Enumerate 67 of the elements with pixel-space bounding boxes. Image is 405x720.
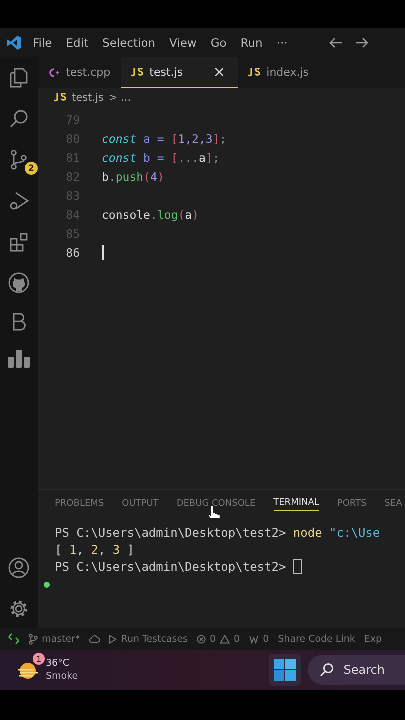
editor-tab[interactable]: index.js	[238, 57, 320, 88]
panel-tab[interactable]: OUTPUT	[122, 499, 159, 509]
panel-tab[interactable]: SEA	[384, 499, 402, 509]
error-icon	[197, 634, 206, 644]
code-line: b.push(4)	[102, 170, 164, 184]
temperature: 36°C	[46, 657, 70, 670]
vscode-logo-icon	[6, 34, 22, 50]
forward-arrow-icon[interactable]	[355, 36, 369, 48]
notification-badge: 2	[25, 162, 38, 175]
extensions-icon[interactable]	[8, 231, 30, 253]
search-icon[interactable]	[8, 108, 30, 130]
back-arrow-icon[interactable]	[329, 36, 343, 48]
start-button[interactable]	[268, 654, 301, 686]
code-line: const a = [1,2,3];	[102, 132, 227, 146]
js-file-icon	[248, 68, 261, 77]
js-file-icon	[130, 68, 144, 76]
weather-icon[interactable]	[16, 660, 40, 680]
account-icon[interactable]	[8, 557, 30, 579]
menu-item[interactable]: Edit	[66, 36, 89, 50]
menu-item[interactable]: File	[33, 36, 52, 50]
status-item[interactable]: Exp	[364, 634, 382, 644]
run-testcases-button[interactable]: Run Testcases	[109, 634, 188, 644]
terminal-line: [ 1, 2, 3 ]	[55, 542, 135, 556]
letter-b-icon[interactable]	[12, 313, 26, 331]
menu-item[interactable]: Run	[240, 36, 263, 50]
text-cursor	[102, 245, 104, 260]
files-icon[interactable]	[8, 67, 30, 89]
breadcrumb-item[interactable]: > ...	[108, 92, 132, 104]
github-icon[interactable]	[8, 272, 30, 294]
panel-tab[interactable]: DEBUG CONSOLE	[176, 499, 256, 509]
problems-status[interactable]: 0 0	[197, 634, 240, 644]
cloud-icon[interactable]	[89, 635, 100, 643]
bar-chart-icon[interactable]	[8, 350, 30, 368]
share-code-link[interactable]: Share Code Link	[278, 634, 356, 644]
terminal-line: PS C:\Users\admin\Desktop\test2> node "c:\Use	[55, 526, 380, 540]
ports-status[interactable]: 0	[249, 634, 270, 644]
terminal-line: PS C:\Users\admin\Desktop\test2>	[55, 560, 288, 574]
line-number: 86	[65, 246, 81, 260]
play-icon	[109, 634, 118, 644]
run-debug-icon[interactable]	[8, 190, 30, 212]
menu-item[interactable]: Selection	[102, 36, 156, 50]
editor-tab[interactable]: test.js ×	[120, 57, 238, 88]
warning-icon	[220, 634, 230, 644]
search-button[interactable]: Search	[308, 655, 405, 685]
menu-item[interactable]: ···	[276, 36, 288, 50]
menu-item[interactable]: View	[170, 36, 197, 50]
panel-tab[interactable]: TERMINAL	[274, 498, 320, 510]
panel-tab[interactable]: PROBLEMS	[55, 499, 104, 509]
code-line: const b = [...a];	[102, 150, 220, 164]
breadcrumb-item[interactable]: test.js	[72, 92, 104, 104]
source-control-icon[interactable]	[8, 149, 30, 171]
panel-tab[interactable]: PORTS	[337, 499, 367, 509]
cpp-file-icon	[48, 68, 60, 78]
branch-status[interactable]: master*	[29, 634, 80, 644]
js-file-icon	[54, 93, 67, 102]
menu-item[interactable]: Go	[210, 36, 227, 50]
code-line: console.log(a)	[102, 208, 199, 222]
branch-icon	[29, 634, 38, 644]
windows-icon	[274, 659, 296, 681]
remote-icon[interactable]	[8, 633, 20, 645]
weather-condition: Smoke	[46, 670, 78, 683]
settings-icon[interactable]	[8, 598, 30, 620]
notification-badge: 1	[33, 653, 45, 665]
editor-tab[interactable]: test.cpp	[38, 57, 121, 88]
status-dot	[44, 582, 50, 588]
close-icon[interactable]: ×	[213, 63, 226, 81]
search-icon	[320, 663, 334, 677]
